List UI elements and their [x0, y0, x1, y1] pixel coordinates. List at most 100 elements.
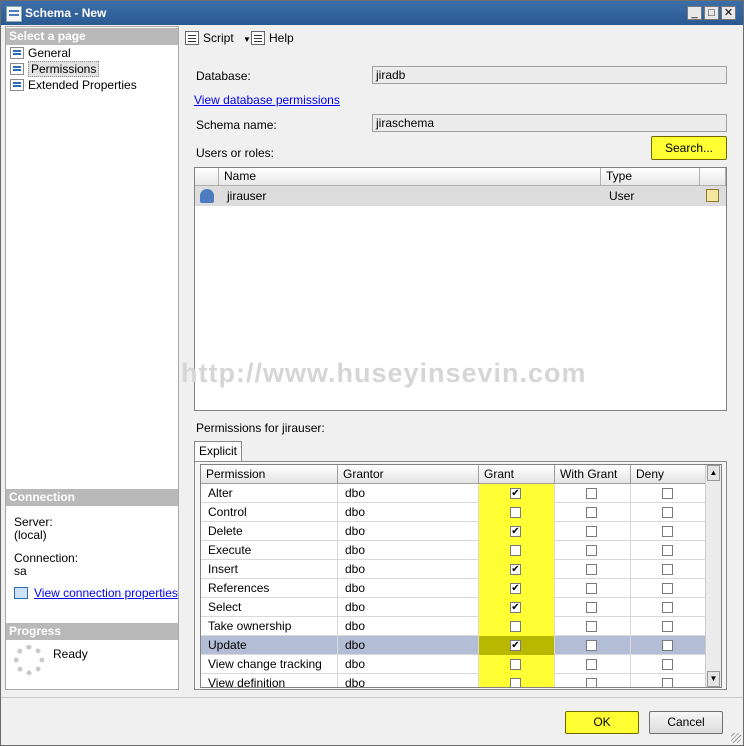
permission-column-header[interactable]: Permission [201, 465, 338, 484]
table-row[interactable]: jirauser User [195, 186, 726, 206]
grant-checkbox[interactable]: ✔ [510, 640, 521, 651]
scroll-up-icon[interactable]: ▲ [707, 465, 720, 481]
script-button[interactable]: Script ▼ [185, 30, 251, 46]
grant-cell [479, 541, 555, 560]
table-row[interactable]: Execute dbo [201, 541, 707, 560]
user-type-cell: User [609, 189, 635, 203]
page-item-extended-properties[interactable]: Extended Properties [10, 77, 137, 93]
ok-button[interactable]: OK [565, 711, 639, 734]
page-icon [10, 63, 24, 75]
grantor-cell: dbo [338, 636, 479, 655]
deny-cell [631, 484, 707, 503]
permissions-panel: Permission Grantor Grant With Grant Deny… [194, 461, 727, 690]
deny-checkbox[interactable] [662, 545, 673, 556]
with-grant-checkbox[interactable] [586, 545, 597, 556]
with-grant-checkbox[interactable] [586, 621, 597, 632]
database-field: jiradb [372, 66, 727, 84]
table-row[interactable]: Control dbo [201, 503, 707, 522]
deny-column-header[interactable]: Deny [631, 465, 707, 484]
page-item-permissions[interactable]: Permissions [10, 61, 100, 77]
grant-checkbox[interactable] [510, 507, 521, 518]
table-row[interactable]: View definition dbo [201, 674, 707, 687]
table-row[interactable]: Select dbo ✔ [201, 598, 707, 617]
schema-name-field[interactable]: jiraschema [372, 114, 727, 132]
title-bar[interactable]: Schema - New _ □ ✕ [1, 1, 743, 25]
deny-checkbox[interactable] [662, 602, 673, 613]
grantor-cell: dbo [338, 522, 479, 541]
grant-checkbox[interactable]: ✔ [510, 488, 521, 499]
grantor-cell: dbo [338, 598, 479, 617]
with-grant-cell [555, 674, 631, 687]
with-grant-checkbox[interactable] [586, 678, 597, 687]
table-row[interactable]: References dbo ✔ [201, 579, 707, 598]
deny-checkbox[interactable] [662, 526, 673, 537]
with-grant-checkbox[interactable] [586, 488, 597, 499]
row-selector-header [195, 168, 219, 186]
grant-checkbox[interactable]: ✔ [510, 602, 521, 613]
with-grant-checkbox[interactable] [586, 659, 597, 670]
cancel-button[interactable]: Cancel [649, 711, 723, 734]
scroll-down-icon[interactable]: ▼ [707, 671, 720, 687]
view-connection-properties[interactable]: View connection properties [14, 586, 178, 600]
grant-checkbox[interactable] [510, 659, 521, 670]
deny-cell [631, 674, 707, 687]
deny-checkbox[interactable] [662, 659, 673, 670]
grant-cell: ✔ [479, 560, 555, 579]
grant-cell: ✔ [479, 579, 555, 598]
resize-grip-icon[interactable] [731, 733, 741, 743]
with-grant-cell [555, 655, 631, 674]
help-button[interactable]: Help [251, 30, 294, 46]
with-grant-checkbox[interactable] [586, 640, 597, 651]
view-database-permissions-link[interactable]: View database permissions [194, 93, 340, 107]
with-grant-checkbox[interactable] [586, 583, 597, 594]
with-grant-column-header[interactable]: With Grant [555, 465, 631, 484]
table-row[interactable]: Delete dbo ✔ [201, 522, 707, 541]
schema-name-label: Schema name: [196, 118, 277, 132]
table-row[interactable]: View change tracking dbo [201, 655, 707, 674]
with-grant-checkbox[interactable] [586, 602, 597, 613]
grantor-cell: dbo [338, 484, 479, 503]
with-grant-checkbox[interactable] [586, 564, 597, 575]
grantor-column-header[interactable]: Grantor [338, 465, 479, 484]
grant-checkbox[interactable]: ✔ [510, 526, 521, 537]
permissions-scrollbar[interactable]: ▲ ▼ [705, 465, 721, 687]
grant-cell [479, 655, 555, 674]
with-grant-cell [555, 617, 631, 636]
grant-checkbox[interactable] [510, 545, 521, 556]
left-pane: Select a page General Permissions Extend… [5, 26, 179, 690]
chevron-down-icon[interactable]: ▼ [243, 35, 251, 44]
grant-checkbox[interactable] [510, 678, 521, 687]
with-grant-checkbox[interactable] [586, 526, 597, 537]
table-row[interactable]: Take ownership dbo [201, 617, 707, 636]
minimize-button[interactable]: _ [687, 6, 702, 20]
table-row[interactable]: Update dbo ✔ [201, 636, 707, 655]
grant-checkbox[interactable] [510, 621, 521, 632]
deny-checkbox[interactable] [662, 678, 673, 687]
grant-checkbox[interactable]: ✔ [510, 583, 521, 594]
grant-column-header[interactable]: Grant [479, 465, 555, 484]
table-row[interactable]: Alter dbo ✔ [201, 484, 707, 503]
deny-checkbox[interactable] [662, 583, 673, 594]
name-column-header[interactable]: Name [219, 168, 601, 186]
grant-checkbox[interactable]: ✔ [510, 564, 521, 575]
deny-checkbox[interactable] [662, 507, 673, 518]
server-label: Server: [14, 515, 53, 529]
search-button[interactable]: Search... [651, 136, 727, 160]
page-item-general[interactable]: General [10, 45, 71, 61]
grant-cell: ✔ [479, 598, 555, 617]
edit-icon[interactable] [706, 189, 719, 202]
with-grant-cell [555, 503, 631, 522]
deny-checkbox[interactable] [662, 640, 673, 651]
maximize-button[interactable]: □ [704, 6, 719, 20]
deny-checkbox[interactable] [662, 564, 673, 575]
deny-cell [631, 503, 707, 522]
tab-explicit[interactable]: Explicit [194, 441, 242, 462]
type-column-header[interactable]: Type [601, 168, 700, 186]
table-row[interactable]: Insert dbo ✔ [201, 560, 707, 579]
permission-cell: Take ownership [201, 617, 338, 636]
deny-checkbox[interactable] [662, 621, 673, 632]
with-grant-checkbox[interactable] [586, 507, 597, 518]
deny-checkbox[interactable] [662, 488, 673, 499]
with-grant-cell [555, 598, 631, 617]
close-button[interactable]: ✕ [721, 6, 736, 20]
